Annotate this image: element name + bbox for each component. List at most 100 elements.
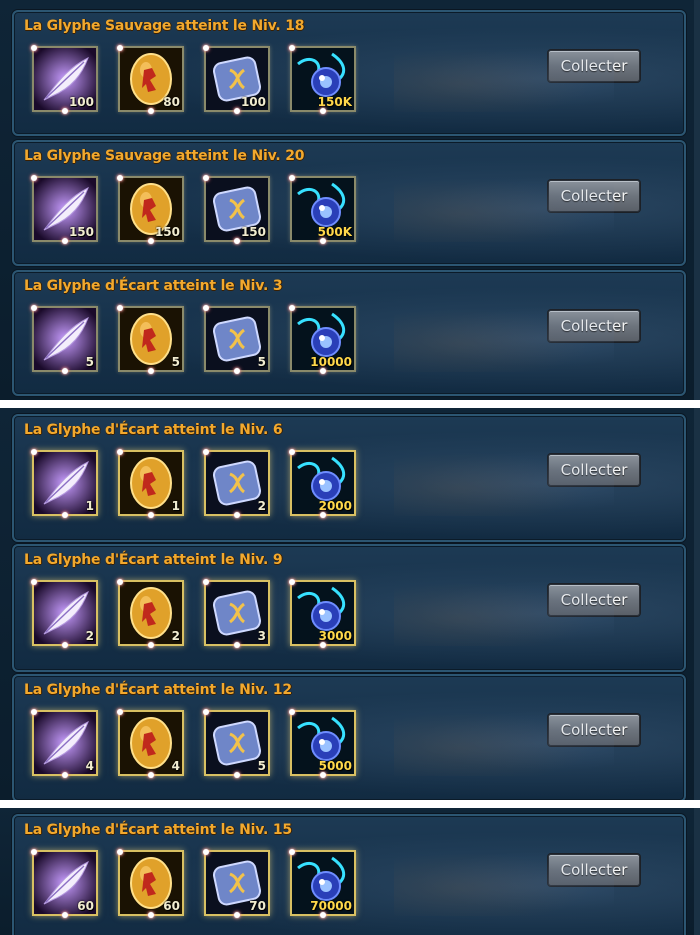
- collect-button[interactable]: Collecter: [548, 50, 640, 82]
- reward-item-slot[interactable]: 500K: [289, 175, 356, 244]
- sparkle-icon: [234, 512, 240, 518]
- reward-item-slot[interactable]: 3: [203, 579, 270, 648]
- scrollbar-track[interactable]: [694, 408, 700, 800]
- sparkle-icon: [320, 108, 326, 114]
- reward-item-slot[interactable]: 5: [31, 305, 98, 374]
- reward-quantity: 5000: [318, 759, 352, 773]
- reward-quantity: 150: [154, 225, 180, 239]
- sparkle-icon: [117, 175, 123, 181]
- reward-quantity: 2000: [318, 499, 352, 513]
- sparkle-icon: [320, 772, 326, 778]
- reward-quantity: 2: [257, 499, 266, 513]
- reward-quantity: 150: [68, 225, 94, 239]
- reward-item-slot[interactable]: 150: [117, 175, 184, 244]
- scrollbar-track[interactable]: [694, 808, 700, 935]
- collect-button[interactable]: Collecter: [548, 454, 640, 486]
- reward-item-slot[interactable]: 5000: [289, 709, 356, 778]
- reward-quantity: 500K: [317, 225, 352, 239]
- reward-item-slot[interactable]: 70000: [289, 849, 356, 918]
- reward-quantity: 5: [171, 355, 180, 369]
- reward-item-slot[interactable]: 150: [203, 175, 270, 244]
- sparkle-icon: [148, 238, 154, 244]
- collect-button[interactable]: Collecter: [548, 854, 640, 886]
- reward-title: La Glyphe d'Écart atteint le Niv. 6: [24, 422, 283, 438]
- reward-quantity: 60: [77, 899, 94, 913]
- reward-title: La Glyphe Sauvage atteint le Niv. 18: [24, 18, 305, 34]
- sparkle-icon: [320, 238, 326, 244]
- reward-item-slot[interactable]: 150K: [289, 45, 356, 114]
- sparkle-icon: [31, 579, 37, 585]
- reward-title: La Glyphe d'Écart atteint le Niv. 12: [24, 682, 292, 698]
- sparkle-icon: [31, 449, 37, 455]
- reward-quantity: 150K: [317, 95, 352, 109]
- sparkle-icon: [234, 912, 240, 918]
- sparkle-icon: [320, 912, 326, 918]
- sparkle-icon: [289, 45, 295, 51]
- reward-quantity: 100: [68, 95, 94, 109]
- sparkle-icon: [289, 849, 295, 855]
- reward-item-slot[interactable]: 5: [203, 709, 270, 778]
- reward-items: 5 5 5 10000: [31, 305, 356, 374]
- reward-item-slot[interactable]: 5: [117, 305, 184, 374]
- sparkle-icon: [117, 449, 123, 455]
- reward-quantity: 150: [240, 225, 266, 239]
- reward-item-slot[interactable]: 10000: [289, 305, 356, 374]
- reward-item-slot[interactable]: 60: [31, 849, 98, 918]
- reward-item-slot[interactable]: 4: [31, 709, 98, 778]
- reward-item-slot[interactable]: 2000: [289, 449, 356, 518]
- reward-item-slot[interactable]: 2: [203, 449, 270, 518]
- reward-item-slot[interactable]: 150: [31, 175, 98, 244]
- reward-items: 4 4 5 5000: [31, 709, 356, 778]
- reward-item-slot[interactable]: 4: [117, 709, 184, 778]
- screenshot-panel: La Glyphe d'Écart atteint le Niv. 15 60 …: [0, 808, 700, 935]
- sparkle-icon: [203, 709, 209, 715]
- reward-item-slot[interactable]: 2: [117, 579, 184, 648]
- reward-item-slot[interactable]: 80: [117, 45, 184, 114]
- sparkle-icon: [203, 45, 209, 51]
- reward-item-slot[interactable]: 3000: [289, 579, 356, 648]
- screenshot-panel: La Glyphe Sauvage atteint le Niv. 18 100…: [0, 0, 700, 400]
- reward-quantity: 3: [257, 629, 266, 643]
- reward-item-slot[interactable]: 100: [31, 45, 98, 114]
- reward-quantity: 5: [257, 759, 266, 773]
- reward-item-slot[interactable]: 5: [203, 305, 270, 374]
- sparkle-icon: [234, 238, 240, 244]
- sparkle-icon: [62, 108, 68, 114]
- reward-items: 150 150 150 500K: [31, 175, 356, 244]
- sparkle-icon: [289, 709, 295, 715]
- reward-item-slot[interactable]: 70: [203, 849, 270, 918]
- collect-button[interactable]: Collecter: [548, 714, 640, 746]
- sparkle-icon: [62, 772, 68, 778]
- collect-button[interactable]: Collecter: [548, 180, 640, 212]
- collect-button[interactable]: Collecter: [548, 310, 640, 342]
- sparkle-icon: [320, 512, 326, 518]
- reward-item-slot[interactable]: 1: [31, 449, 98, 518]
- scrollbar-track[interactable]: [694, 0, 700, 400]
- reward-quantity: 70: [249, 899, 266, 913]
- reward-item-slot[interactable]: 100: [203, 45, 270, 114]
- sparkle-icon: [117, 579, 123, 585]
- sparkle-icon: [289, 305, 295, 311]
- reward-item-slot[interactable]: 2: [31, 579, 98, 648]
- sparkle-icon: [31, 305, 37, 311]
- sparkle-icon: [148, 512, 154, 518]
- sparkle-icon: [117, 305, 123, 311]
- sparkle-icon: [62, 642, 68, 648]
- sparkle-icon: [62, 368, 68, 374]
- sparkle-icon: [62, 912, 68, 918]
- sparkle-icon: [234, 642, 240, 648]
- reward-item-slot[interactable]: 1: [117, 449, 184, 518]
- reward-item-slot[interactable]: 60: [117, 849, 184, 918]
- reward-row: La Glyphe d'Écart atteint le Niv. 6 1 1 …: [12, 414, 686, 542]
- reward-title: La Glyphe d'Écart atteint le Niv. 3: [24, 278, 283, 294]
- sparkle-icon: [117, 849, 123, 855]
- collect-button[interactable]: Collecter: [548, 584, 640, 616]
- reward-quantity: 10000: [310, 355, 352, 369]
- sparkle-icon: [31, 849, 37, 855]
- reward-row: La Glyphe Sauvage atteint le Niv. 20 150…: [12, 140, 686, 266]
- sparkle-icon: [320, 642, 326, 648]
- sparkle-icon: [203, 175, 209, 181]
- sparkle-icon: [31, 175, 37, 181]
- reward-row: La Glyphe d'Écart atteint le Niv. 3 5 5 …: [12, 270, 686, 396]
- sparkle-icon: [203, 449, 209, 455]
